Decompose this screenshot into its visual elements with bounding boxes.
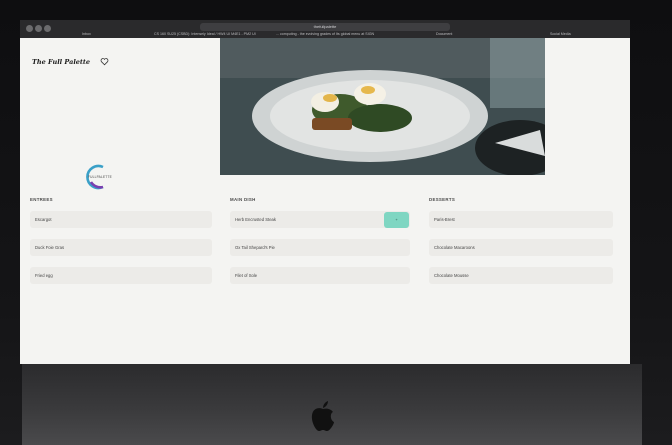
address-bar[interactable]: thefullpalette: [200, 23, 450, 31]
menu-item-label: Ox Tail Shepard's Pie: [235, 245, 275, 250]
menu-item-label: Chocolate Macaroons: [434, 245, 475, 250]
entrees-heading: ENTREES: [30, 197, 53, 202]
desserts-heading: DESSERTS: [429, 197, 456, 202]
menu-item-fried-egg[interactable]: Fried egg: [30, 267, 212, 284]
menu-item-label: Chocolate Mousse: [434, 273, 469, 278]
menu-item-label: Fried egg: [35, 273, 53, 278]
menu-item-label: Duck Foie Gras: [35, 245, 65, 250]
browser-tab[interactable]: Document: [436, 32, 452, 36]
browser-tab[interactable]: CS 160 SU25 (CSBD): Intensely Ideal / HW…: [154, 32, 256, 36]
browser-tab[interactable]: Social Media: [550, 32, 571, 36]
web-page: The Full Palette FULLPALETTE ENTREES Esc…: [20, 38, 630, 364]
heart-icon[interactable]: [100, 57, 109, 66]
monitor-screen: thefullpalette Inbox CS 160 SU25 (CSBD):…: [20, 20, 630, 364]
browser-tab[interactable]: Inbox: [82, 32, 91, 36]
main-dish-heading: MAIN DISH: [230, 197, 256, 202]
menu-item-label: Filet of Sole: [235, 273, 258, 278]
menu-item-label: Paris-Brest: [434, 217, 455, 222]
menu-item-chocolate-macaroons[interactable]: Chocolate Macaroons: [429, 239, 613, 256]
hero-food-photo: [220, 38, 545, 175]
menu-item-escargot[interactable]: Escargot: [30, 211, 212, 228]
menu-item-label: Escargot: [35, 217, 52, 222]
add-button-label: +: [395, 217, 398, 222]
browser-toolbar: thefullpalette Inbox CS 160 SU25 (CSBD):…: [20, 20, 630, 38]
menu-item-filet-of-sole[interactable]: Filet of Sole: [230, 267, 410, 284]
address-text: thefullpalette: [313, 24, 337, 29]
add-to-order-button[interactable]: +: [384, 212, 409, 228]
brand-title[interactable]: The Full Palette: [32, 58, 90, 66]
menu-item-label: Herb Encrusted Steak: [235, 217, 276, 222]
menu-item-ox-tail-shepards-pie[interactable]: Ox Tail Shepard's Pie: [230, 239, 410, 256]
browser-tab[interactable]: ... computing - the evolving grades of I…: [276, 32, 374, 36]
tab-strip: Inbox CS 160 SU25 (CSBD): Intensely Idea…: [20, 31, 630, 38]
apple-icon: [311, 401, 334, 431]
menu-item-paris-brest[interactable]: Paris-Brest: [429, 211, 613, 228]
menu-item-chocolate-mousse[interactable]: Chocolate Mousse: [429, 267, 613, 284]
logo-wordmark: FULLPALETTE: [88, 175, 112, 179]
menu-item-herb-encrusted-steak[interactable]: Herb Encrusted Steak: [230, 211, 410, 228]
menu-item-duck-foie-gras[interactable]: Duck Foie Gras: [30, 239, 212, 256]
